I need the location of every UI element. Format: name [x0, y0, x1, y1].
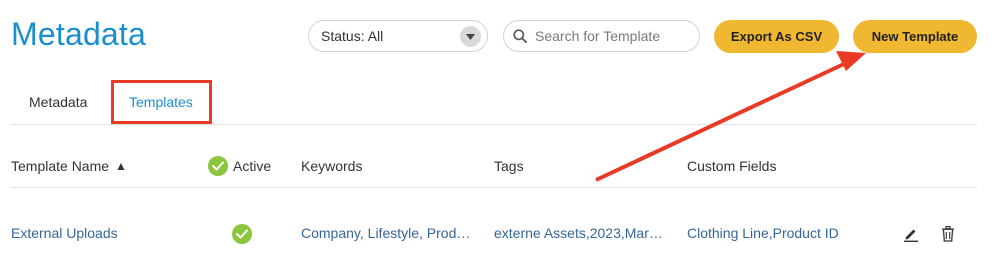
search-input[interactable] — [535, 28, 695, 44]
status-filter-select[interactable]: Status: All — [308, 20, 488, 52]
sort-ascending-icon: ▲ — [115, 159, 127, 173]
column-header-keywords[interactable]: Keywords — [301, 158, 362, 174]
search-icon — [513, 29, 527, 43]
new-template-button[interactable]: New Template — [853, 20, 977, 53]
table-row[interactable]: External Uploads Company, Lifestyle, Pro… — [11, 212, 977, 252]
custom-fields-cell: Clothing Line,Product ID — [687, 225, 839, 241]
annotation-highlight-box — [111, 80, 212, 124]
column-header-active[interactable]: Active — [208, 156, 271, 176]
check-circle-icon — [232, 224, 252, 244]
active-status — [232, 224, 252, 244]
trash-icon[interactable] — [941, 225, 955, 242]
template-name-link[interactable]: External Uploads — [11, 225, 118, 241]
status-filter-value: Status: All — [321, 28, 384, 44]
edit-pencil-icon[interactable] — [904, 226, 918, 242]
keywords-cell: Company, Lifestyle, Prod… — [301, 225, 471, 241]
column-header-tags[interactable]: Tags — [494, 158, 524, 174]
column-header-template-name[interactable]: Template Name ▲ — [11, 158, 127, 174]
column-header-label: Active — [233, 158, 272, 174]
check-circle-icon — [208, 156, 228, 176]
table-header: Template Name ▲ Active Keywords Tags Cus… — [11, 148, 977, 188]
column-header-custom-fields[interactable]: Custom Fields — [687, 158, 776, 174]
column-header-label: Template Name — [11, 158, 110, 174]
tab-metadata[interactable]: Metadata — [29, 94, 87, 110]
search-field[interactable] — [503, 20, 700, 52]
chevron-down-icon[interactable] — [460, 26, 481, 47]
page-title: Metadata — [11, 16, 147, 52]
tags-cell: externe Assets,2023,Mar… — [494, 225, 663, 241]
export-csv-button[interactable]: Export As CSV — [714, 20, 839, 53]
